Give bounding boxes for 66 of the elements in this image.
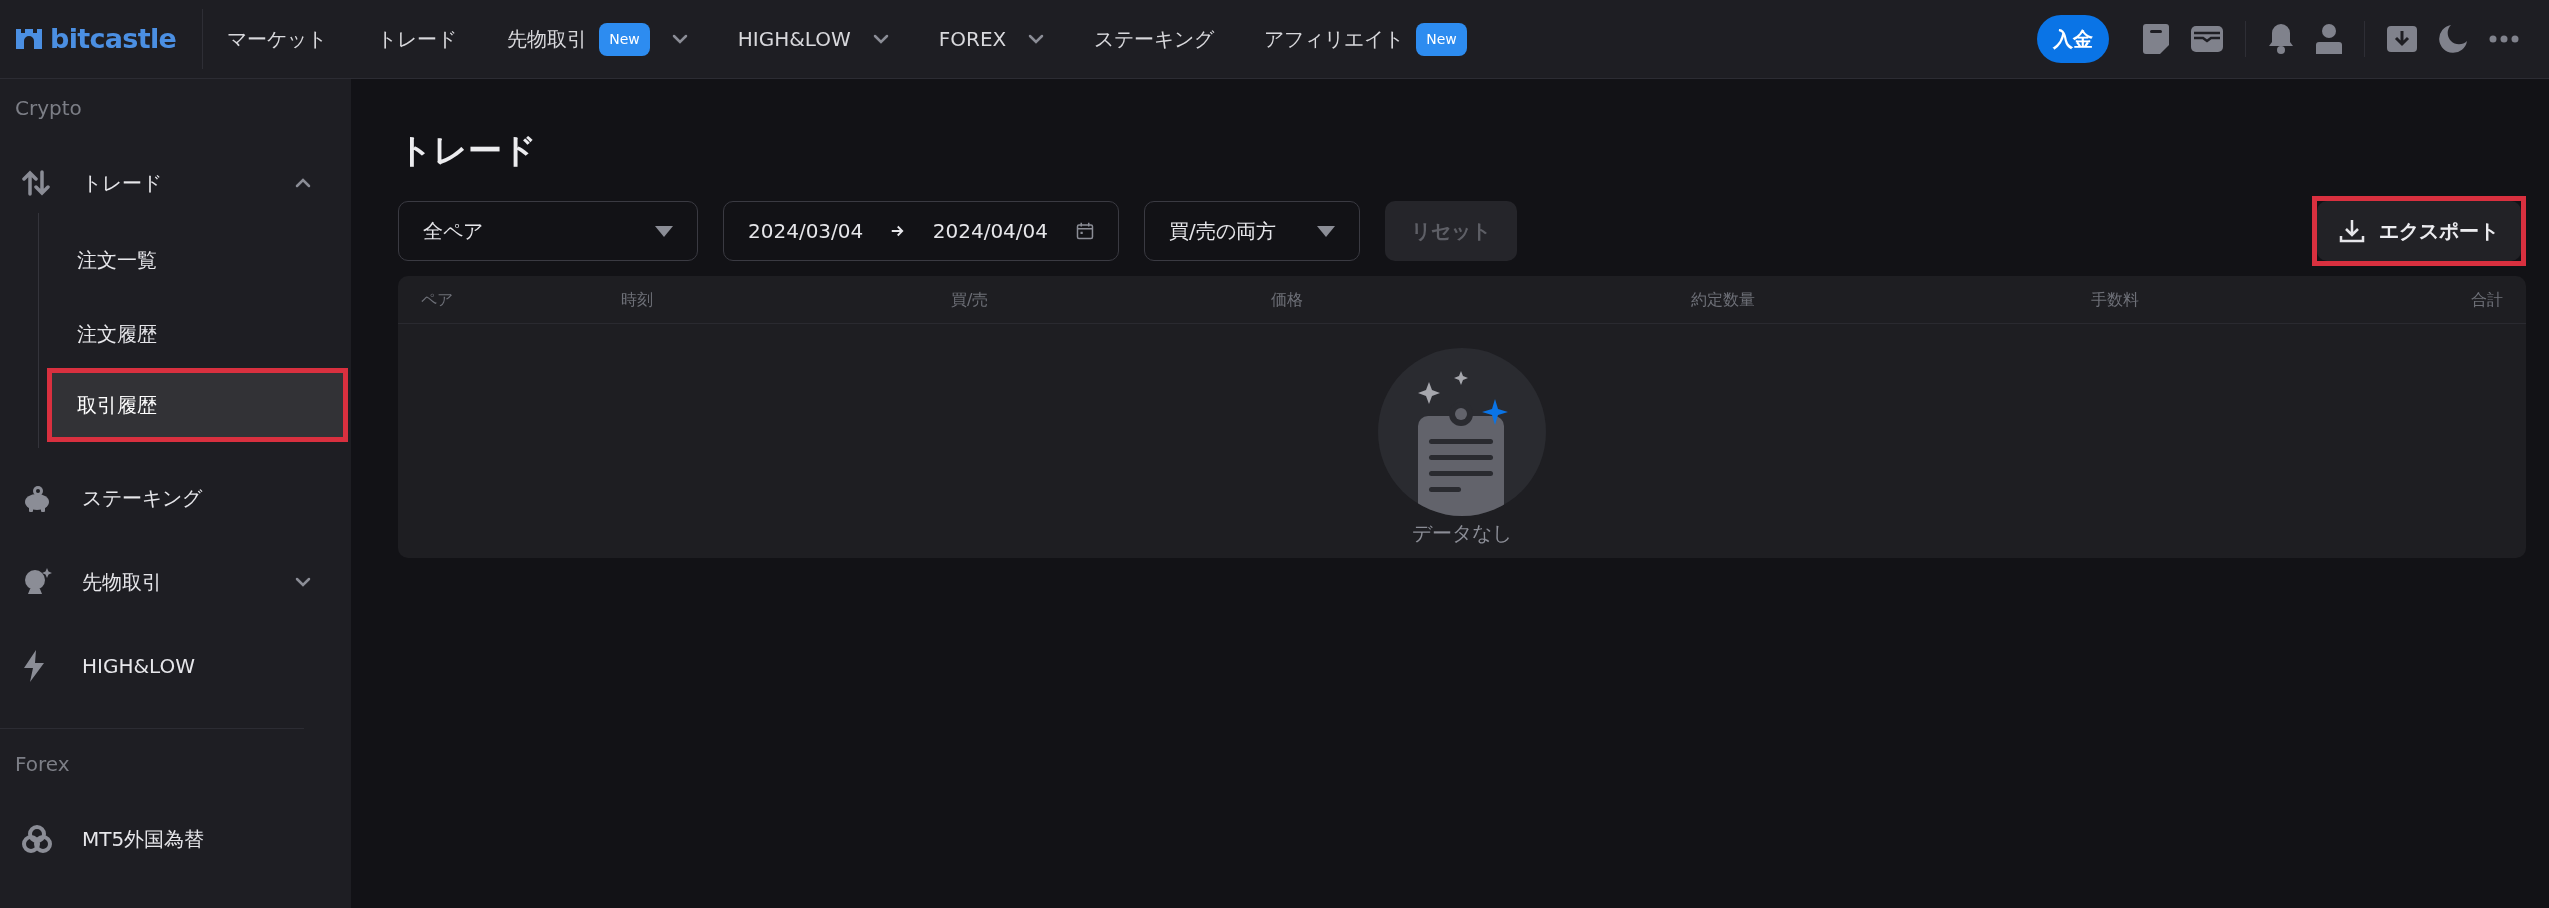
sidebar-item[interactable]: ステーキング [0, 456, 351, 540]
sidebar-item[interactable]: トレード [0, 141, 351, 225]
sidebar-item-label: トレード [82, 170, 162, 197]
sidebar-subitem[interactable]: 取引履歴 [52, 373, 343, 437]
date-to: 2024/04/04 [932, 218, 1049, 245]
nav-link-label: アフィリエイト [1264, 26, 1405, 53]
sidebar-subitem[interactable]: 注文履歴 [52, 302, 343, 366]
section-label: Crypto [14, 95, 83, 122]
rings-icon [22, 824, 52, 854]
piggy-bank-icon [22, 484, 52, 512]
column-header: 合計 [2471, 288, 2503, 311]
more-icon[interactable] [2489, 35, 2519, 43]
nav-link[interactable]: マーケット [227, 24, 328, 54]
nav-link[interactable]: ステーキング [1094, 24, 1215, 54]
column-header: ペア [421, 288, 454, 311]
nav-link[interactable]: HIGH&LOW [737, 24, 889, 54]
document-icon[interactable] [2143, 24, 2169, 54]
sidebar-subitem[interactable]: 注文一覧 [52, 228, 343, 292]
sidebar-item-label: MT5外国為替 [82, 826, 205, 853]
wallet-card-icon[interactable] [2191, 26, 2223, 52]
up-down-arrows-icon [22, 170, 50, 196]
export-button[interactable]: エクスポート [2317, 201, 2521, 261]
column-header: 価格 [1271, 288, 1304, 311]
nav-link[interactable]: アフィリエイト New [1264, 22, 1467, 56]
sidebar-item[interactable]: HIGH&LOW [0, 624, 351, 708]
deposit-button[interactable]: 入金 [2037, 15, 2109, 63]
pair-select[interactable]: 全ペア [398, 201, 698, 261]
chevron-up-icon [295, 178, 311, 188]
page-title: トレード [398, 129, 538, 172]
sidebar-item-label: ステーキング [82, 485, 202, 512]
sidebar-item-label: 先物取引 [82, 569, 162, 596]
new-badge: New [1416, 22, 1467, 56]
arrow-right-icon [891, 223, 905, 239]
nav-link[interactable]: トレード [377, 24, 458, 54]
nav-link-label: 先物取引 [507, 26, 588, 53]
download-box-icon[interactable] [2387, 26, 2417, 52]
side-select[interactable]: 買/売の両方 [1144, 201, 1360, 261]
lightning-bolt-icon [22, 650, 46, 682]
caret-down-icon [1317, 225, 1335, 237]
chevron-down-icon [872, 34, 889, 44]
chevron-down-icon [1028, 34, 1045, 44]
logo-text: bitcastle [50, 21, 177, 56]
date-range-field[interactable]: 2024/03/04 2024/04/04 [723, 201, 1119, 261]
new-badge: New [599, 22, 650, 56]
nav-link[interactable]: 先物取引 New [507, 22, 688, 56]
user-icon[interactable] [2316, 24, 2342, 54]
column-header: 買/売 [951, 288, 990, 311]
nav-link-label: HIGH&LOW [737, 26, 851, 53]
column-header: 約定数量 [1691, 288, 1756, 311]
date-from: 2024/03/04 [748, 218, 864, 245]
sidebar-item[interactable]: MT5外国為替 [0, 797, 351, 881]
chevron-down-icon [671, 34, 688, 44]
crystal-ball-icon [22, 567, 52, 597]
sidebar-item-label: HIGH&LOW [82, 653, 196, 680]
moon-icon[interactable] [2439, 25, 2467, 53]
sidebar-item[interactable]: 先物取引 [0, 540, 351, 624]
chevron-down-icon [295, 577, 311, 587]
nav-link-label: FOREX [938, 26, 1007, 53]
bell-icon[interactable] [2268, 24, 2294, 54]
download-icon [2339, 218, 2365, 244]
empty-state-text: データなし [1412, 520, 1512, 547]
caret-down-icon [655, 225, 673, 237]
column-header: 時刻 [621, 288, 654, 311]
nav-link[interactable]: FOREX [938, 24, 1045, 54]
column-header: 手数料 [2091, 288, 2140, 311]
section-label: Forex [14, 751, 71, 778]
